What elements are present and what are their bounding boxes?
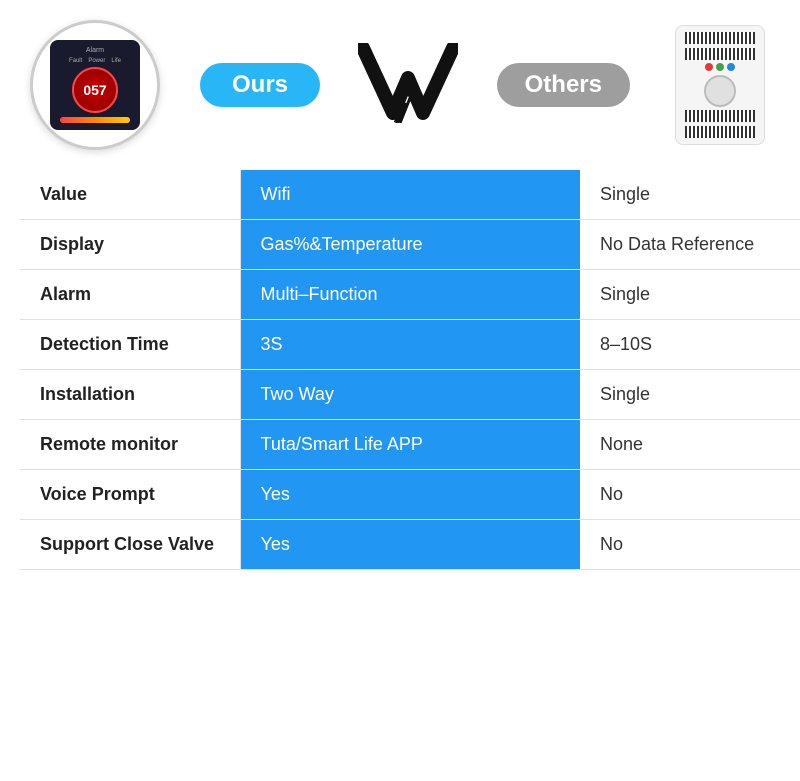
feature-cell: Display: [20, 220, 240, 270]
vs-section: Ours Others: [190, 43, 640, 128]
feature-cell: Alarm: [20, 270, 240, 320]
vs-icon: [358, 43, 458, 123]
feature-cell: Installation: [20, 370, 240, 420]
ours-cell: Yes: [240, 520, 580, 570]
our-device-image: Alarm Fault Power Life 057: [20, 20, 170, 150]
others-cell: No: [580, 470, 800, 520]
ours-cell: Wifi: [240, 170, 580, 220]
device-display: 057: [72, 67, 118, 113]
others-button[interactable]: Others: [497, 63, 630, 107]
feature-cell: Voice Prompt: [20, 470, 240, 520]
ours-button[interactable]: Ours: [200, 63, 320, 107]
others-cell: Single: [580, 270, 800, 320]
others-cell: Single: [580, 370, 800, 420]
table-row: Detection Time3S8–10S: [20, 320, 800, 370]
ours-cell: Multi–Function: [240, 270, 580, 320]
others-cell: No Data Reference: [580, 220, 800, 270]
top-comparison-header: Alarm Fault Power Life 057 Ours: [0, 0, 800, 170]
table-row: Support Close ValveYesNo: [20, 520, 800, 570]
other-device-image: [660, 25, 780, 145]
ours-cell: 3S: [240, 320, 580, 370]
feature-cell: Value: [20, 170, 240, 220]
ours-cell: Tuta/Smart Life APP: [240, 420, 580, 470]
comparison-table-container: ValueWifiSingleDisplayGas%&TemperatureNo…: [0, 170, 800, 570]
others-cell: None: [580, 420, 800, 470]
others-cell: Single: [580, 170, 800, 220]
table-row: AlarmMulti–FunctionSingle: [20, 270, 800, 320]
others-cell: 8–10S: [580, 320, 800, 370]
ours-cell: Two Way: [240, 370, 580, 420]
table-row: InstallationTwo WaySingle: [20, 370, 800, 420]
table-row: DisplayGas%&TemperatureNo Data Reference: [20, 220, 800, 270]
ours-cell: Yes: [240, 470, 580, 520]
ours-cell: Gas%&Temperature: [240, 220, 580, 270]
feature-cell: Detection Time: [20, 320, 240, 370]
others-cell: No: [580, 520, 800, 570]
feature-cell: Support Close Valve: [20, 520, 240, 570]
table-row: Remote monitorTuta/Smart Life APPNone: [20, 420, 800, 470]
comparison-table: ValueWifiSingleDisplayGas%&TemperatureNo…: [20, 170, 800, 570]
table-row: ValueWifiSingle: [20, 170, 800, 220]
feature-cell: Remote monitor: [20, 420, 240, 470]
table-row: Voice PromptYesNo: [20, 470, 800, 520]
